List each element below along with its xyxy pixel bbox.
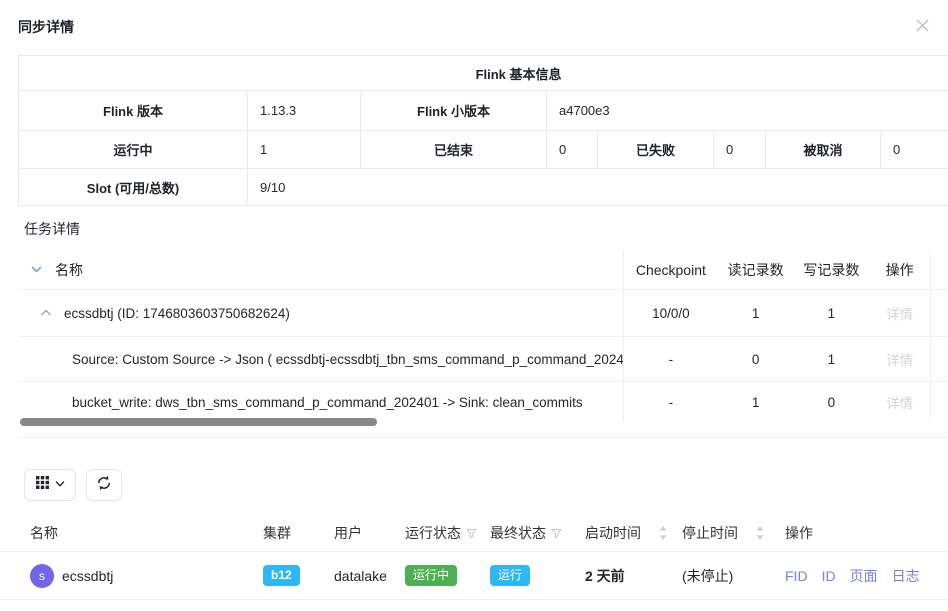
jobs-col-user: 用户	[334, 523, 405, 543]
jobs-col-cluster: 集群	[263, 523, 334, 543]
task-details-title: 任务详情	[24, 219, 80, 239]
task-details-table: 名称 Checkpoint 读记录数 写记录数 操作 ecssdbtj (ID:…	[18, 250, 948, 422]
flink-minor-version-label: Flink 小版本	[361, 91, 547, 131]
table-bottom-border	[18, 437, 948, 438]
task-table-header: 名称 Checkpoint 读记录数 写记录数 操作	[18, 250, 948, 290]
table-row: s ecssdbtj b12 datalake 运行中 运行 2 天前 (未停止…	[0, 552, 948, 600]
task-write-count: 1	[793, 337, 869, 381]
slot-value: 9/10	[248, 169, 948, 206]
table-row: Source: Custom Source -> Json ( ecssdbtj…	[18, 337, 948, 382]
close-icon[interactable]	[912, 15, 932, 35]
running-value: 1	[248, 131, 361, 169]
grid-icon	[36, 476, 49, 494]
task-read-count: 0	[718, 337, 794, 381]
task-col-action: 操作	[869, 250, 930, 289]
task-col-checkpoint: Checkpoint	[624, 250, 718, 289]
log-link[interactable]: 日志	[892, 566, 920, 586]
task-write-count: 0	[793, 382, 869, 422]
running-label: 运行中	[19, 131, 248, 169]
task-checkpoint: -	[624, 337, 718, 381]
refresh-icon	[96, 475, 112, 496]
task-read-count: 1	[718, 290, 794, 336]
failed-value: 0	[714, 131, 766, 169]
detail-link[interactable]: 详情	[886, 392, 913, 412]
chevron-down-icon	[55, 476, 65, 494]
refresh-button[interactable]	[86, 469, 122, 501]
id-link[interactable]: ID	[822, 568, 836, 584]
jobs-col-final-status: 最终状态	[490, 523, 585, 543]
detail-link[interactable]: 详情	[886, 349, 913, 369]
modal-title: 同步详情	[18, 17, 74, 37]
jobs-table: 名称 集群 用户 运行状态 最终状态 启动时间	[0, 515, 948, 600]
task-name: ecssdbtj (ID: 1746803603750682624)	[64, 306, 290, 321]
jobs-col-start-time: 启动时间	[585, 523, 682, 543]
column-settings-button[interactable]	[24, 469, 76, 501]
cancelled-label: 被取消	[766, 131, 881, 169]
sync-detail-modal: 同步详情 Flink 基本信息 Flink 版本 1.13.3 Flink 小版…	[0, 0, 948, 611]
task-name: bucket_write: dws_tbn_sms_command_p_comm…	[72, 395, 583, 410]
cancelled-value: 0	[881, 131, 948, 169]
filter-icon[interactable]	[551, 528, 562, 539]
table-row: bucket_write: dws_tbn_sms_command_p_comm…	[18, 382, 948, 422]
task-write-count: 1	[793, 290, 869, 336]
sorter-icon[interactable]	[659, 526, 667, 540]
table-row: ecssdbtj (ID: 1746803603750682624) 10/0/…	[18, 290, 948, 337]
expand-all-icon[interactable]	[30, 263, 43, 276]
flink-minor-version-value: a4700e3	[547, 91, 948, 131]
job-name: ecssdbtj	[62, 568, 113, 584]
jobs-col-run-status: 运行状态	[405, 523, 490, 543]
slot-label: Slot (可用/总数)	[19, 169, 248, 206]
run-status-badge: 运行中	[405, 565, 457, 585]
jobs-col-name: 名称	[0, 523, 263, 543]
finished-value: 0	[547, 131, 598, 169]
horizontal-scrollbar[interactable]	[20, 418, 377, 426]
avatar: s	[30, 564, 54, 588]
flink-version-value: 1.13.3	[248, 91, 361, 131]
task-col-read: 读记录数	[718, 250, 794, 289]
cluster-badge: b12	[263, 565, 300, 585]
task-read-count: 1	[718, 382, 794, 422]
collapse-row-icon[interactable]	[40, 307, 52, 319]
flink-info-table: Flink 基本信息 Flink 版本 1.13.3 Flink 小版本 a47…	[18, 55, 948, 206]
failed-label: 已失败	[598, 131, 714, 169]
task-col-name-label: 名称	[55, 260, 83, 280]
fid-link[interactable]: FID	[785, 568, 808, 584]
jobs-table-header: 名称 集群 用户 运行状态 最终状态 启动时间	[0, 515, 948, 552]
detail-link[interactable]: 详情	[886, 303, 913, 323]
flink-info-title: Flink 基本信息	[19, 56, 948, 91]
task-name: Source: Custom Source -> Json ( ecssdbtj…	[72, 352, 623, 367]
job-user: datalake	[334, 568, 405, 584]
flink-version-label: Flink 版本	[19, 91, 248, 131]
task-col-write: 写记录数	[793, 250, 869, 289]
jobs-col-stop-time: 停止时间	[682, 523, 785, 543]
page-link[interactable]: 页面	[850, 566, 878, 586]
task-checkpoint: -	[624, 382, 718, 422]
job-stop-time: (未停止)	[682, 566, 785, 586]
job-start-time: 2 天前	[585, 566, 682, 586]
jobs-col-action: 操作	[785, 523, 948, 543]
filter-icon[interactable]	[466, 528, 477, 539]
sorter-icon[interactable]	[756, 526, 764, 540]
final-status-badge: 运行	[490, 565, 530, 585]
finished-label: 已结束	[361, 131, 547, 169]
task-col-name: 名称	[18, 250, 623, 289]
fixed-column-gutter	[930, 250, 948, 289]
task-checkpoint: 10/0/0	[624, 290, 718, 336]
